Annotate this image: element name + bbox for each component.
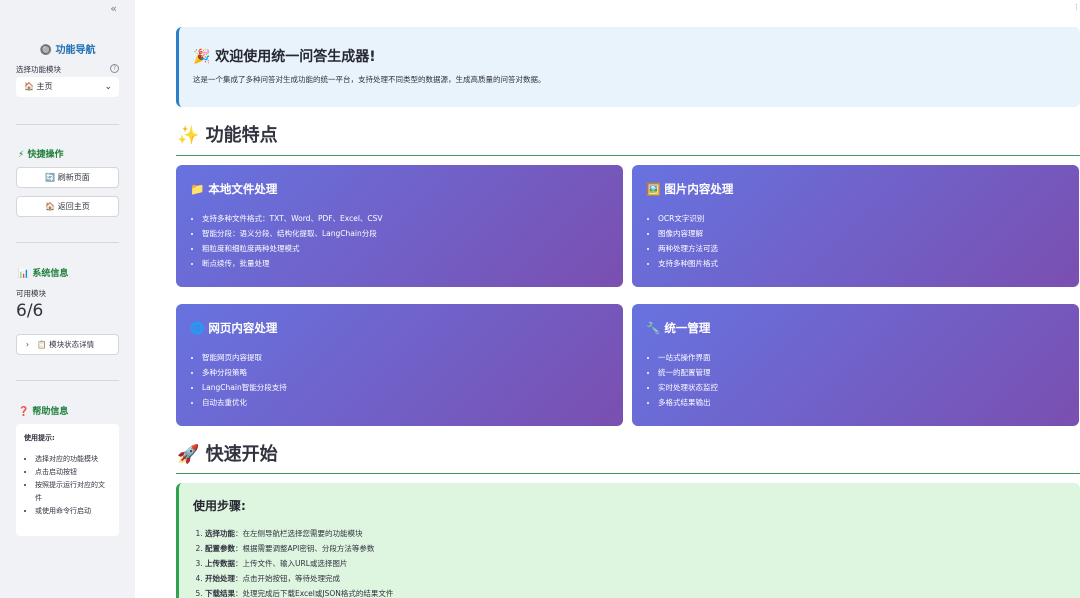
card-item: LangChain智能分段支持: [202, 380, 609, 395]
sidebar-divider: [16, 380, 119, 381]
step-item: 选择功能：在左侧导航栏选择您需要的功能模块: [205, 526, 1066, 541]
welcome-title: 🎉 欢迎使用统一问答生成器!: [193, 49, 376, 65]
sidebar: « 🔘 功能导航 选择功能模块 ? 🏠 主页 ⌄ ⚡ 快捷操作 🔄 刷新页面 🏠…: [0, 0, 135, 598]
metric-label: 可用模块: [16, 289, 46, 298]
step-text: ：在左侧导航栏选择您需要的功能模块: [235, 529, 363, 538]
steps-title: 使用步骤:: [193, 499, 246, 513]
collapse-sidebar-icon[interactable]: «: [110, 2, 117, 15]
quick-actions-title: ⚡ 快捷操作: [18, 150, 64, 160]
tip-item: 按照提示运行对应的文件: [35, 479, 111, 505]
step-text: ：处理完成后下载Excel或JSON格式的结果文件: [235, 589, 394, 598]
card-item: 多种分段策略: [202, 365, 609, 380]
card-title: 🔧 统一管理: [646, 321, 711, 335]
tip-item: 选择对应的功能模块: [35, 453, 111, 466]
features-divider: [176, 155, 1080, 156]
help-info-title: ❓ 帮助信息: [18, 407, 69, 417]
card-item: 图像内容理解: [658, 226, 1065, 241]
module-select-label: 选择功能模块: [16, 65, 61, 74]
step-name: 配置参数: [205, 544, 235, 553]
app-window: « 🔘 功能导航 选择功能模块 ? 🏠 主页 ⌄ ⚡ 快捷操作 🔄 刷新页面 🏠…: [0, 0, 1080, 598]
tip-item: 点击启动按钮: [35, 466, 111, 479]
sidebar-divider: [16, 242, 119, 243]
card-item: 支持多种图片格式: [658, 256, 1065, 271]
step-name: 开始处理: [205, 574, 235, 583]
card-item: 两种处理方法可选: [658, 241, 1065, 256]
card-item: OCR文字识别: [658, 211, 1065, 226]
card-item: 实时处理状态监控: [658, 380, 1065, 395]
quickstart-divider: [176, 473, 1080, 474]
module-status-expander[interactable]: › 📋 模块状态详情: [16, 334, 119, 355]
sidebar-divider: [16, 124, 119, 125]
welcome-banner: 🎉 欢迎使用统一问答生成器! 这是一个集成了多种问答对生成功能的统一平台，支持处…: [176, 27, 1080, 107]
step-name: 下载结果: [205, 589, 235, 598]
card-item: 断点续传，批量处理: [202, 256, 609, 271]
step-name: 上传数据: [205, 559, 235, 568]
feature-card-web: 🌐 网页内容处理 智能网页内容提取 多种分段策略 LangChain智能分段支持…: [176, 304, 623, 426]
refresh-page-button[interactable]: 🔄 刷新页面: [16, 167, 119, 188]
main-content: ⋮ 🎉 欢迎使用统一问答生成器! 这是一个集成了多种问答对生成功能的统一平台，支…: [135, 0, 1080, 598]
step-item: 上传数据：上传文件、输入URL或选择图片: [205, 556, 1066, 571]
tips-list: 选择对应的功能模块 点击启动按钮 按照提示运行对应的文件 或使用命令行启动: [24, 453, 111, 518]
card-item: 一站式操作界面: [658, 350, 1065, 365]
help-box: 使用提示: 选择对应的功能模块 点击启动按钮 按照提示运行对应的文件 或使用命令…: [16, 424, 119, 536]
card-title: 🌐 网页内容处理: [190, 321, 278, 335]
feature-card-local-files: 📁 本地文件处理 支持多种文件格式：TXT、Word、PDF、Excel、CSV…: [176, 165, 623, 287]
tip-item: 或使用命令行启动: [35, 505, 111, 518]
features-heading: ✨ 功能特点: [177, 125, 278, 146]
module-select-value: 🏠 主页: [24, 82, 53, 91]
card-item: 多格式结果输出: [658, 395, 1065, 410]
step-text: ：根据需要调整API密钥、分段方法等参数: [235, 544, 375, 553]
step-item: 下载结果：处理完成后下载Excel或JSON格式的结果文件: [205, 586, 1066, 598]
back-home-button[interactable]: 🏠 返回主页: [16, 196, 119, 217]
chevron-right-icon: ›: [26, 340, 29, 349]
welcome-text: 这是一个集成了多种问答对生成功能的统一平台，支持处理不同类型的数据源，生成高质量…: [193, 75, 546, 84]
card-item: 自动去重优化: [202, 395, 609, 410]
card-item: 统一的配置管理: [658, 365, 1065, 380]
step-name: 选择功能: [205, 529, 235, 538]
card-item: 粗粒度和细粒度两种处理模式: [202, 241, 609, 256]
card-item: 智能网页内容提取: [202, 350, 609, 365]
card-title: 📁 本地文件处理: [190, 182, 278, 196]
card-title: 🖼️ 图片内容处理: [646, 182, 734, 196]
card-item: 智能分段：语义分段、结构化提取、LangChain分段: [202, 226, 609, 241]
feature-card-management: 🔧 统一管理 一站式操作界面 统一的配置管理 实时处理状态监控 多格式结果输出: [632, 304, 1079, 426]
tips-title: 使用提示:: [24, 434, 55, 442]
feature-card-image: 🖼️ 图片内容处理 OCR文字识别 图像内容理解 两种处理方法可选 支持多种图片…: [632, 165, 1079, 287]
step-item: 开始处理：点击开始按钮，等待处理完成: [205, 571, 1066, 586]
sidebar-title: 🔘 功能导航: [39, 45, 96, 56]
step-item: 配置参数：根据需要调整API密钥、分段方法等参数: [205, 541, 1066, 556]
help-icon[interactable]: ?: [110, 64, 119, 73]
step-text: ：点击开始按钮，等待处理完成: [235, 574, 340, 583]
more-menu-icon[interactable]: ⋮: [1073, 3, 1080, 11]
metric-value: 6/6: [16, 301, 44, 321]
module-status-label: 📋 模块状态详情: [37, 340, 95, 349]
step-text: ：上传文件、输入URL或选择图片: [235, 559, 348, 568]
chevron-down-icon: ⌄: [104, 82, 112, 92]
steps-box: 使用步骤: 选择功能：在左侧导航栏选择您需要的功能模块 配置参数：根据需要调整A…: [176, 483, 1080, 598]
system-info-title: 📊 系统信息: [18, 269, 69, 279]
card-item: 支持多种文件格式：TXT、Word、PDF、Excel、CSV: [202, 211, 609, 226]
quickstart-heading: 🚀 快速开始: [177, 444, 278, 465]
module-select[interactable]: 🏠 主页 ⌄: [16, 77, 119, 97]
steps-list: 选择功能：在左侧导航栏选择您需要的功能模块 配置参数：根据需要调整API密钥、分…: [193, 526, 1066, 598]
